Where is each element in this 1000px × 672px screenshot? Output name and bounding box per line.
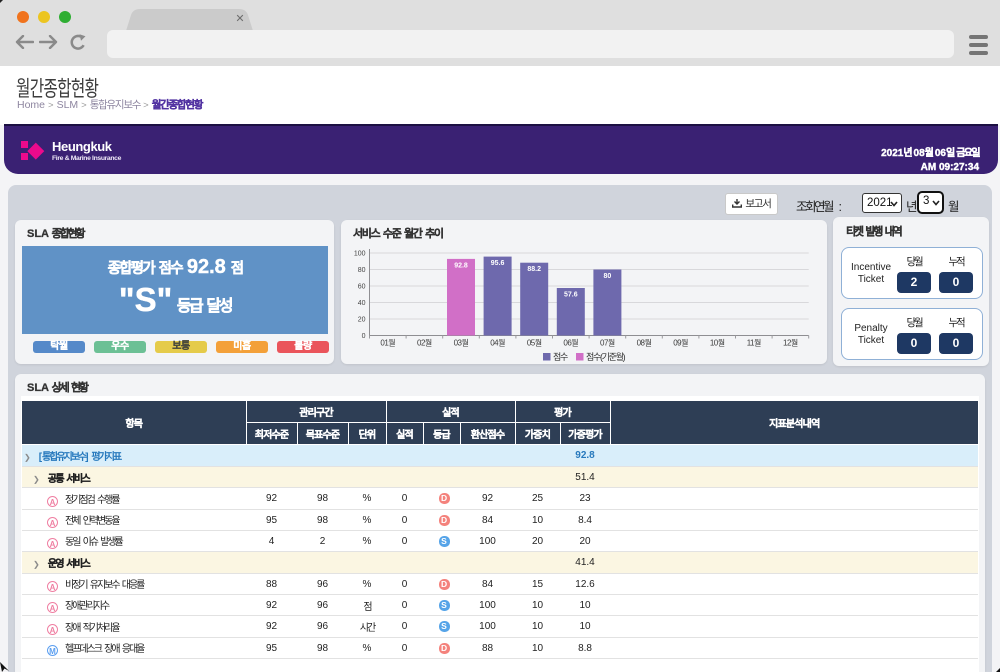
svg-text:80: 80 bbox=[604, 273, 612, 280]
svg-text:03월: 03월 bbox=[454, 338, 469, 348]
svg-text:11월: 11월 bbox=[747, 338, 761, 348]
svg-text:01월: 01월 bbox=[380, 338, 395, 348]
svg-text:09월: 09월 bbox=[673, 338, 688, 348]
svg-text:06월: 06월 bbox=[563, 338, 578, 348]
svg-text:05월: 05월 bbox=[527, 338, 542, 348]
svg-text:10월: 10월 bbox=[710, 338, 725, 348]
svg-text:95.6: 95.6 bbox=[491, 260, 505, 267]
svg-text:08월: 08월 bbox=[637, 338, 652, 348]
svg-text:07월: 07월 bbox=[600, 338, 615, 348]
svg-text:80: 80 bbox=[358, 267, 366, 274]
svg-text:92.8: 92.8 bbox=[454, 262, 468, 269]
svg-text:02월: 02월 bbox=[417, 338, 432, 348]
svg-text:점수: 점수 bbox=[553, 351, 568, 362]
svg-text:100: 100 bbox=[354, 251, 366, 258]
svg-text:57.6: 57.6 bbox=[564, 292, 578, 299]
svg-text:40: 40 bbox=[358, 300, 366, 307]
svg-text:20: 20 bbox=[358, 317, 366, 324]
svg-text:60: 60 bbox=[358, 284, 366, 291]
svg-text:88.2: 88.2 bbox=[527, 266, 541, 273]
svg-text:04월: 04월 bbox=[490, 338, 505, 348]
svg-text:점수(기준월): 점수(기준월) bbox=[586, 351, 626, 362]
svg-text:0: 0 bbox=[362, 333, 366, 340]
svg-text:12월: 12월 bbox=[783, 338, 798, 348]
